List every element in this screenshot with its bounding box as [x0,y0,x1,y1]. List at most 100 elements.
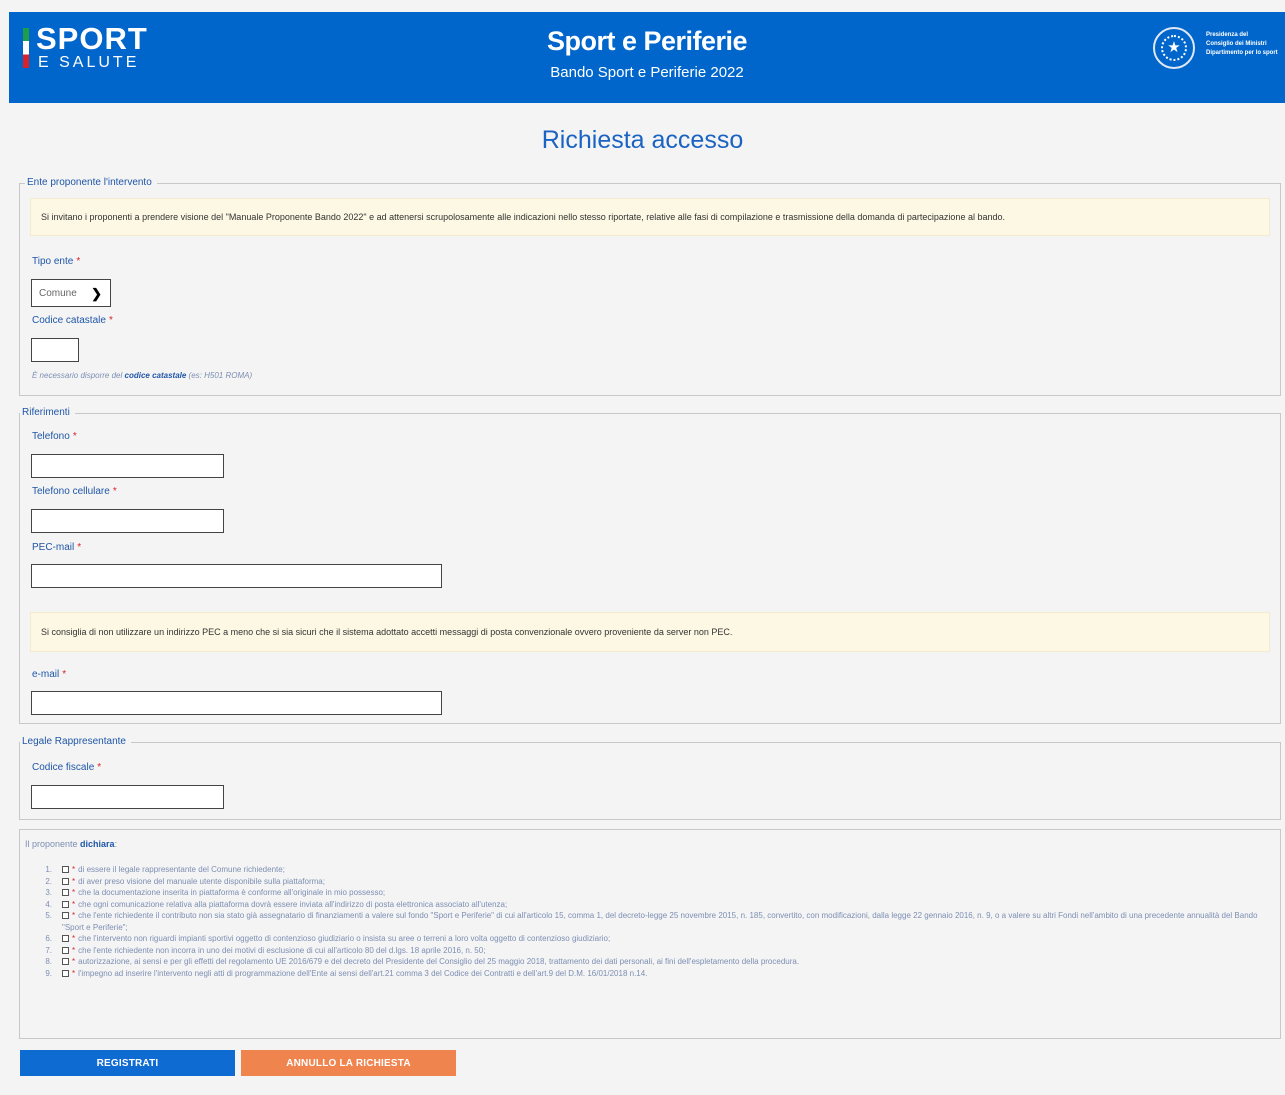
telefono-label: Telefono * [32,431,77,442]
gov-line: Consiglio dei Ministri [1206,41,1267,47]
required-mark: * [62,669,67,680]
declaration-checkbox[interactable] [62,912,69,919]
pec-mail-input[interactable] [31,564,442,588]
intro-bold: dichiara [80,839,115,849]
required-mark: * [72,934,76,943]
declaration-checkbox[interactable] [62,866,69,873]
repubblica-emblem-icon [1153,27,1195,69]
declaration-text: di essere il legale rappresentante del C… [78,865,285,874]
required-mark: * [72,865,76,874]
label-text: Telefono cellulare [32,486,110,497]
declaration-item: 3. * che la documentazione inserita in pia… [30,887,1270,899]
declaration-text: di aver preso visione del manuale utente… [78,876,325,886]
declaration-text: che l'ente richiedente non incorra in un… [78,945,486,955]
declaration-checkbox[interactable] [62,969,69,977]
required-mark: * [72,888,76,897]
required-mark: * [108,315,113,326]
site-title: Sport e Periferie [546,26,748,56]
intro-text: : [114,839,118,849]
fieldset-riferimenti: Riferimenti Telefono * Telefono cellulare… [19,407,1281,724]
declaration-checkbox[interactable] [62,958,69,965]
declaration-checkbox[interactable] [62,889,69,896]
email-label: e-mail * [32,669,66,680]
required-mark: * [72,945,76,955]
pec-notice: Si consiglia di non utilizzare un indiri… [30,612,1270,652]
declaration-text: che la documentazione inserita in piatta… [78,888,386,897]
declaration-text: che ogni comunicazione relativa alla pia… [78,899,508,909]
codice-catastale-input[interactable] [31,338,79,362]
required-mark: * [72,911,76,920]
declaration-checkbox[interactable] [62,935,69,942]
telefono-input[interactable] [31,454,224,478]
item-number: 5. [45,911,52,920]
declaration-text: che l'intervento non riguardi impianti s… [78,934,611,943]
declaration-item: 7. * che l'ente richiedente non incorra in… [30,945,1270,957]
item-number: 1. [45,865,52,874]
label-text: Telefono [32,431,70,442]
item-number: 2. [45,876,52,886]
fieldset-legend: Legale Rappresentante [20,736,131,748]
site-subtitle: Bando Sport e Periferie 2022 [550,64,744,81]
label-text: e-mail [32,669,60,680]
required-mark: * [76,256,81,267]
label-text: Codice catastale [32,315,106,326]
government-label: Presidenza del Consiglio dei Ministri Di… [1206,31,1278,58]
gov-line: Presidenza del [1206,32,1249,38]
required-mark: * [77,542,82,553]
intro-text: Il proponente [25,839,81,849]
codice-catastale-label: Codice catastale * [32,315,113,326]
required-mark: * [112,486,117,497]
declaration-item: 5. * che l'ente richiedente il contributo … [30,910,1270,933]
item-number: 4. [45,899,52,909]
item-number: 7. [45,945,52,955]
codice-catastale-help: È necessario disporre del codice catasta… [32,371,252,380]
declaration-text: che l'ente richiedente il contributo non… [62,911,1258,932]
declaration-checkbox[interactable] [62,877,69,885]
label-text: Codice fiscale [32,762,95,773]
declaration-checkbox[interactable] [62,900,69,908]
required-mark: * [72,968,76,978]
declaration-item: 2. * di aver preso visione del manuale ute… [30,876,1270,888]
required-mark: * [72,957,76,966]
required-mark: * [72,876,76,886]
declarations-box: Il proponente dichiara: 1. * di essere il … [19,829,1281,1039]
declaration-item: 4. * che ogni comunicazione relativa alla … [30,899,1270,911]
registrati-button[interactable]: REGISTRATI [20,1050,235,1076]
notice-text: Si invitano i proponenti a prendere visi… [41,212,1005,222]
declarations-list: 1. * di essere il legale rappresentante de… [30,864,1270,979]
item-number: 9. [45,968,52,978]
help-text: È necessario disporre del [32,371,125,380]
pec-mail-label: PEC-mail * [32,542,81,553]
required-mark: * [97,762,102,773]
chevron-down-icon: ❯ [91,286,102,301]
declaration-item: 6. * che l'intervento non riguardi impiant… [30,933,1270,945]
label-text: Tipo ente [32,256,74,267]
email-input[interactable] [31,691,442,715]
tipo-ente-label: Tipo ente * [32,256,80,267]
codice-fiscale-label: Codice fiscale * [32,762,101,773]
item-number: 3. [45,888,52,897]
fieldset-legale-rappresentante: Legale Rappresentante Codice fiscale * [19,736,1281,820]
notice-text: Si consiglia di non utilizzare un indiri… [41,627,733,637]
telefono-cellulare-input[interactable] [31,509,224,533]
annulla-richiesta-button[interactable]: ANNULLO LA RICHIESTA [241,1050,456,1076]
item-number: 6. [45,934,52,943]
label-text: PEC-mail [32,542,75,553]
fieldset-legend: Ente proponente l'intervento [25,177,157,189]
codice-fiscale-input[interactable] [31,785,224,809]
tipo-ente-select[interactable]: Comune ❯ [31,279,111,307]
manual-notice: Si invitano i proponenti a prendere visi… [30,198,1270,236]
declaration-text: l'impegno ad inserire l'intervento negli… [78,968,648,978]
required-mark: * [72,431,77,442]
declaration-item: 8. * autorizzazione, ai sensi e per gli ef… [30,956,1270,968]
item-number: 8. [45,957,52,966]
fieldset-legend: Riferimenti [20,407,75,419]
declaration-item: 9. * l'impegno ad inserire l'intervento ne… [30,968,1270,980]
declaration-checkbox[interactable] [62,946,69,954]
gov-line: Dipartimento per lo sport [1206,50,1278,56]
help-text: (es: H501 ROMA) [186,371,253,380]
telefono-cellulare-label: Telefono cellulare * [32,486,117,497]
fieldset-ente: Ente proponente l'intervento Si invitano… [19,177,1281,396]
declarations-intro: Il proponente dichiara: [25,839,117,849]
help-bold: codice catastale [124,371,187,380]
